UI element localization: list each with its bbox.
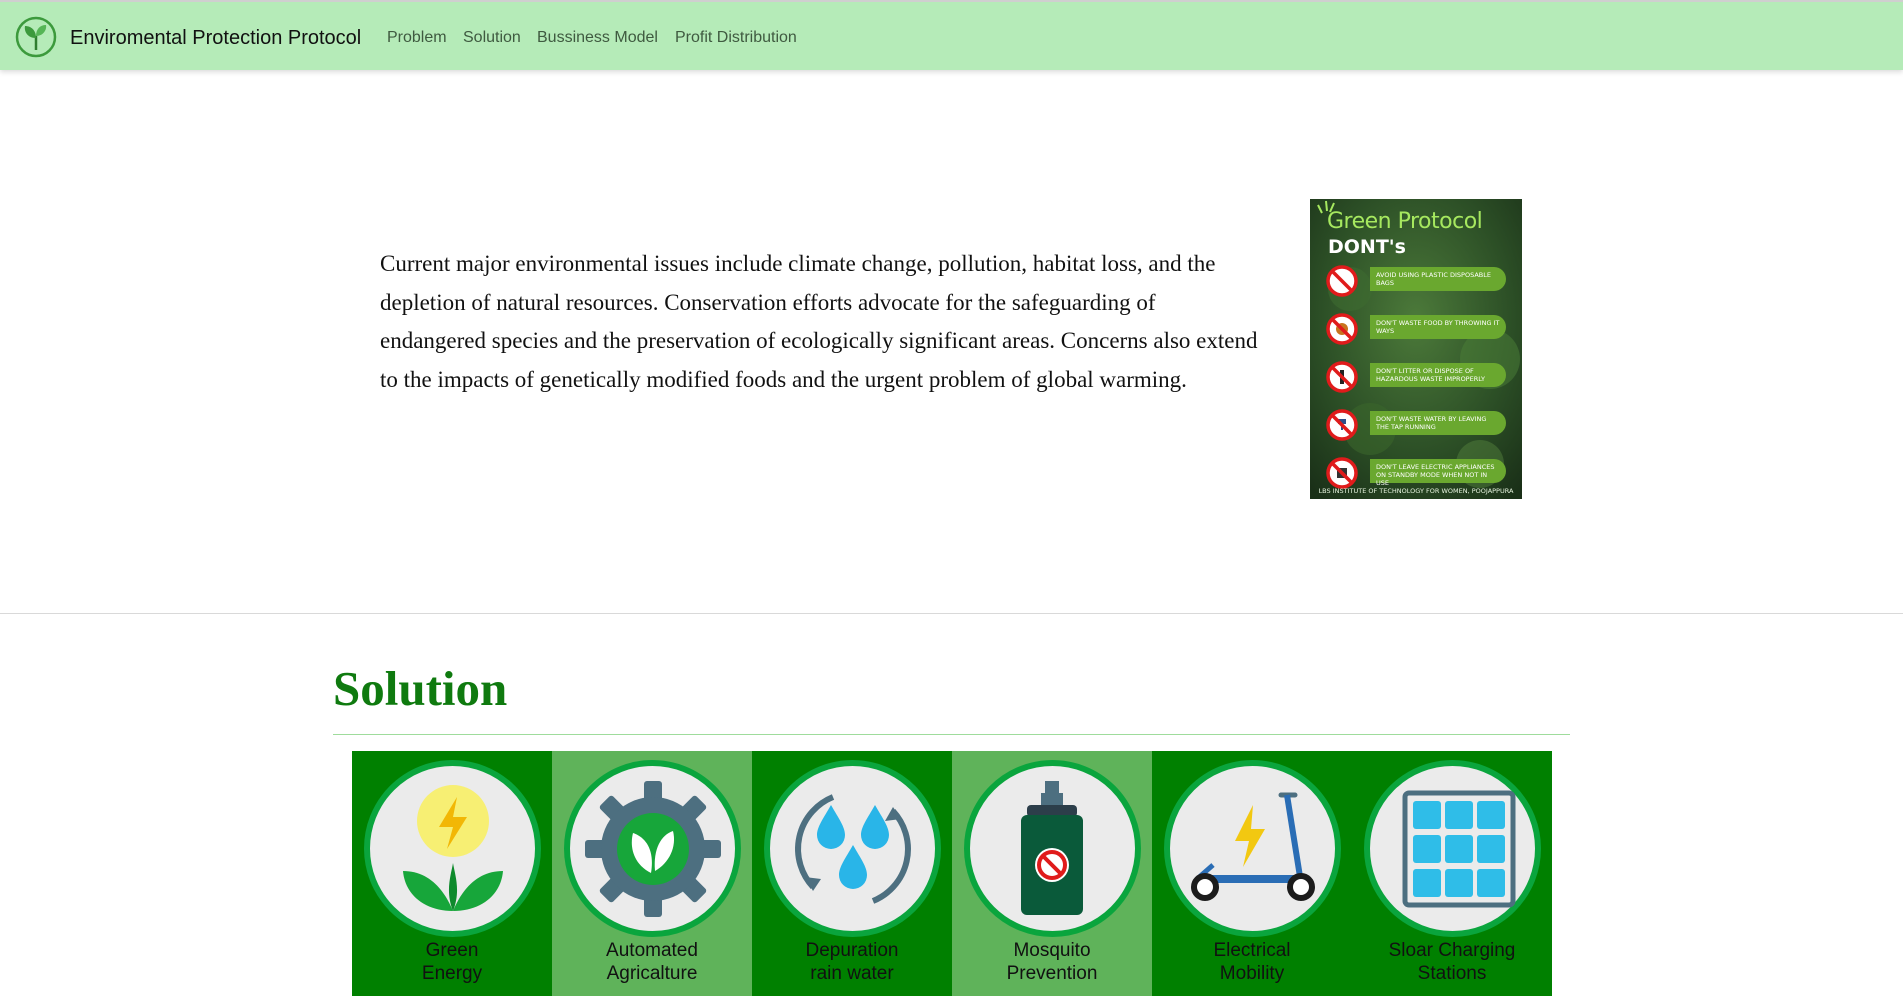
no-standby-appliances-icon <box>1326 457 1358 489</box>
poster-rule-item: DON'T WASTE WATER BY LEAVING THE TAP RUN… <box>1320 407 1512 441</box>
solution-tiles: Green Energy Automated Agricalture Depur… <box>352 751 1552 996</box>
poster-rule-text: DON'T WASTE FOOD BY THROWING IT WAYS <box>1370 315 1506 339</box>
poster-rule-item: AVOID USING PLASTIC DISPOSABLE BAGS <box>1320 263 1512 297</box>
solution-tile-green-energy[interactable]: Green Energy <box>352 751 552 996</box>
solution-tile-rain-water[interactable]: Depuration rain water <box>752 751 952 996</box>
brand-title[interactable]: Enviromental Protection Protocol <box>70 27 361 50</box>
tile-label: Sloar Charging Stations <box>1388 940 1516 984</box>
poster-rule-text: DON'T LEAVE ELECTRIC APPLIANCES ON STAND… <box>1370 459 1506 487</box>
tile-label: Green Energy <box>421 940 483 984</box>
tile-icon-circle <box>1164 760 1341 937</box>
nav-link-problem[interactable]: Problem <box>387 29 447 47</box>
solution-tile-mosquito-prevention[interactable]: Mosquito Prevention <box>952 751 1152 996</box>
tile-icon-circle <box>564 760 741 937</box>
solar-panel-icon <box>1402 790 1515 907</box>
electric-scooter-icon <box>1190 792 1315 901</box>
solution-tile-solar-charging[interactable]: Sloar Charging Stations <box>1352 751 1552 996</box>
no-running-tap-icon <box>1326 409 1358 441</box>
poster-rule-item: DON'T LITTER OR DISPOSE OF HAZARDOUS WAS… <box>1320 359 1512 393</box>
sprout-logo-icon[interactable] <box>15 16 57 58</box>
automated-agriculture-icon <box>584 780 721 917</box>
nav-link-profit-distribution[interactable]: Profit Distribution <box>675 29 797 47</box>
poster-subtitle: DONT's <box>1328 236 1406 258</box>
tile-label: Mosquito Prevention <box>1006 940 1098 984</box>
tile-icon-circle <box>364 760 541 937</box>
poster-rule-text: DON'T WASTE WATER BY LEAVING THE TAP RUN… <box>1370 411 1506 435</box>
poster-title: Green Protocol <box>1327 209 1483 234</box>
tile-icon-circle <box>764 760 941 937</box>
rain-water-icon <box>794 793 911 904</box>
tile-label: Electrical Mobility <box>1213 940 1291 984</box>
tile-label: Depuration rain water <box>805 940 899 984</box>
no-plastic-bag-icon <box>1326 265 1358 297</box>
tile-icon-circle <box>1364 760 1541 937</box>
mosquito-spray-icon <box>1020 780 1083 915</box>
poster-rule-text: DON'T LITTER OR DISPOSE OF HAZARDOUS WAS… <box>1370 363 1506 387</box>
poster-rule-text: AVOID USING PLASTIC DISPOSABLE BAGS <box>1370 267 1506 291</box>
problem-description: Current major environmental issues inclu… <box>380 251 1258 392</box>
nav-link-solution[interactable]: Solution <box>463 29 521 47</box>
top-navbar: Enviromental Protection Protocol Problem… <box>0 0 1903 70</box>
no-food-waste-icon <box>1326 313 1358 345</box>
green-protocol-poster: Green Protocol DONT's AVOID USING PLASTI… <box>1310 199 1522 499</box>
no-littering-icon <box>1326 361 1358 393</box>
solution-tile-electrical-mobility[interactable]: Electrical Mobility <box>1152 751 1352 996</box>
nav-link-business-model[interactable]: Bussiness Model <box>537 29 658 47</box>
green-energy-icon <box>402 784 503 911</box>
poster-rule-item: DON'T WASTE FOOD BY THROWING IT WAYS <box>1320 311 1512 345</box>
tile-label: Automated Agricalture <box>606 940 698 984</box>
section-divider <box>0 613 1903 614</box>
poster-rule-item: DON'T LEAVE ELECTRIC APPLIANCES ON STAND… <box>1320 455 1512 489</box>
tile-icon-circle <box>964 760 1141 937</box>
solution-heading-rule <box>333 734 1570 735</box>
poster-footer: LBS INSTITUTE OF TECHNOLOGY FOR WOMEN, P… <box>1318 487 1514 495</box>
solution-heading: Solution <box>333 661 508 716</box>
solution-tile-automated-agriculture[interactable]: Automated Agricalture <box>552 751 752 996</box>
